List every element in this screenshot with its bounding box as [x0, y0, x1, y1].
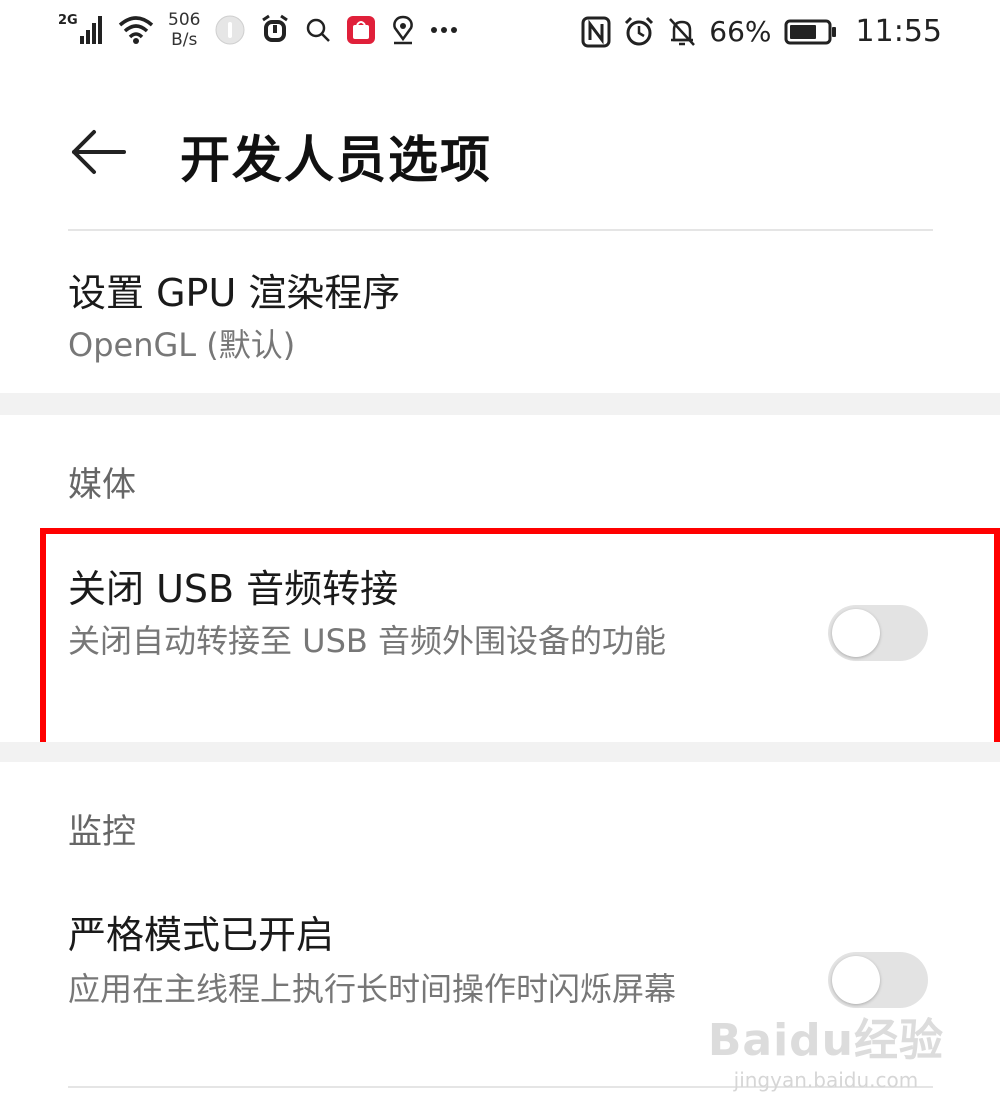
alarm-bell-icon	[260, 14, 290, 46]
usb-audio-toggle[interactable]	[828, 605, 928, 661]
app-notification-icon	[214, 14, 246, 46]
status-clock: 11:55	[855, 14, 942, 49]
toggle-knob	[832, 609, 880, 657]
strict-mode-description: 应用在主线程上执行长时间操作时闪烁屏幕	[68, 970, 677, 1008]
section-header-media: 媒体	[68, 465, 136, 505]
gpu-renderer-title: 设置 GPU 渲染程序	[68, 271, 401, 315]
status-bar: 2G 506 B/s 66% 11:55	[0, 0, 1000, 72]
signal-label: 2G	[58, 13, 78, 28]
section-gap	[0, 742, 1000, 762]
strict-mode-toggle[interactable]	[828, 952, 928, 1008]
bell-muted-icon	[667, 16, 697, 48]
network-rate-unit: B/s	[171, 30, 198, 50]
header-divider	[68, 229, 933, 231]
more-notifications-icon	[430, 25, 458, 35]
baidu-watermark: Baidu经验 jingyan.baidu.com	[708, 1004, 944, 1092]
section-gap	[0, 393, 1000, 415]
back-arrow-icon	[72, 130, 126, 174]
search-icon	[304, 16, 332, 44]
battery-icon	[784, 18, 838, 46]
nfc-icon	[581, 16, 611, 48]
network-rate-value: 506	[168, 10, 201, 30]
status-bar-right: 66% 11:55	[581, 14, 942, 49]
page-title: 开发人员选项	[180, 131, 492, 189]
back-button[interactable]	[68, 122, 128, 182]
location-pin-icon	[390, 15, 416, 45]
strict-mode-title: 严格模式已开启	[68, 913, 335, 957]
network-rate: 506 B/s	[168, 10, 200, 50]
app-header: 开发人员选项	[0, 100, 1000, 210]
shopping-bag-icon	[346, 15, 376, 45]
section-header-monitor: 监控	[68, 812, 136, 852]
toggle-knob	[832, 956, 880, 1004]
usb-audio-description: 关闭自动转接至 USB 音频外围设备的功能	[68, 622, 667, 660]
cell-signal-icon: 2G	[58, 10, 104, 50]
wifi-icon	[118, 15, 154, 45]
watermark-logo: Baidu经验	[707, 1015, 944, 1066]
usb-audio-title: 关闭 USB 音频转接	[68, 567, 399, 611]
gpu-renderer-value: OpenGL (默认)	[68, 326, 296, 364]
watermark-url: jingyan.baidu.com	[733, 1068, 919, 1092]
status-bar-left: 2G 506 B/s	[58, 10, 458, 50]
alarm-clock-icon	[623, 16, 655, 48]
battery-percent: 66%	[709, 15, 772, 48]
